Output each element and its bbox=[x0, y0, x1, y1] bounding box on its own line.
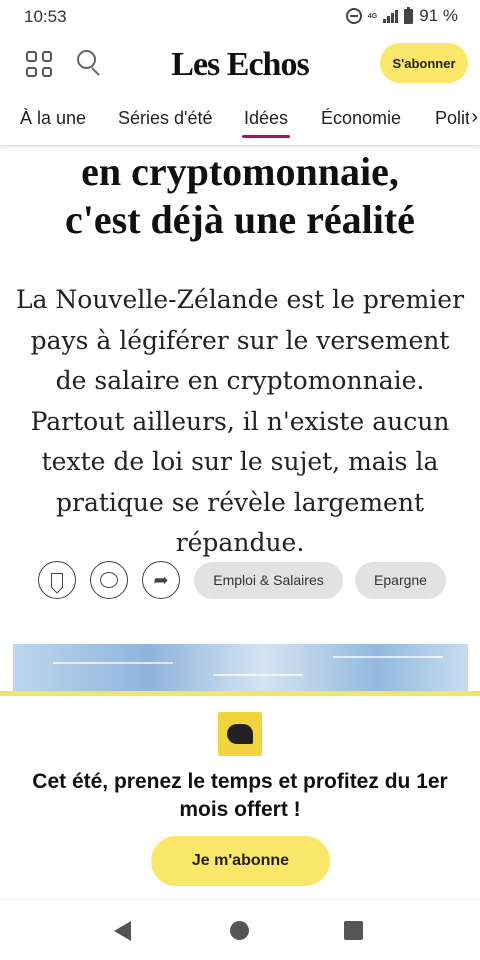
signal-icon bbox=[383, 9, 399, 23]
menu-grid-icon[interactable] bbox=[26, 51, 52, 77]
promo-subscribe-button[interactable]: Je m'abonne bbox=[151, 836, 330, 886]
promo-text: Cet été, prenez le temps et profitez du … bbox=[32, 770, 448, 821]
tag-emploi-salaires[interactable]: Emploi & Salaires bbox=[194, 561, 343, 599]
subscribe-button[interactable]: S'abonner bbox=[380, 43, 468, 83]
dnd-icon bbox=[345, 8, 362, 24]
battery-level: 91 % bbox=[419, 6, 458, 25]
home-icon[interactable] bbox=[230, 921, 249, 940]
section-tabs: À la une Séries d'été Idées Économie Pol… bbox=[0, 96, 480, 146]
search-icon[interactable] bbox=[77, 50, 103, 76]
article-title-line: en cryptomonnaie, bbox=[81, 149, 399, 194]
share-button[interactable]: ➦ bbox=[142, 561, 180, 599]
bookmark-icon bbox=[51, 572, 63, 588]
battery-icon bbox=[404, 6, 414, 24]
status-time: 10:53 bbox=[24, 7, 67, 26]
article-lead: La Nouvelle-Zélande est le premier pays … bbox=[15, 285, 465, 557]
comment-icon bbox=[100, 572, 118, 588]
tab-politique[interactable]: Polit bbox=[435, 108, 470, 129]
eagle-logo-icon bbox=[218, 712, 262, 756]
tag-epargne[interactable]: Epargne bbox=[355, 561, 446, 599]
chevron-right-icon[interactable]: › bbox=[469, 106, 478, 129]
comment-button[interactable] bbox=[90, 561, 128, 599]
app-header: Les Echos S'abonner bbox=[0, 34, 480, 96]
bookmark-button[interactable] bbox=[38, 561, 76, 599]
tab-idees[interactable]: Idées bbox=[241, 108, 291, 138]
article-actions: ➦ Emploi & Salaires Epargne bbox=[38, 561, 446, 599]
share-icon: ➦ bbox=[153, 570, 169, 590]
tab-series-d-ete[interactable]: Séries d'été bbox=[118, 108, 213, 129]
article-image bbox=[13, 644, 468, 694]
site-logo[interactable]: Les Echos bbox=[160, 46, 320, 84]
status-indicators: 4G 91 % bbox=[345, 6, 458, 26]
back-icon[interactable] bbox=[114, 921, 131, 941]
recent-apps-icon[interactable] bbox=[344, 921, 363, 940]
system-nav-bar bbox=[0, 899, 480, 960]
network-type: 4G bbox=[367, 12, 378, 20]
subscription-promo: Cet été, prenez le temps et profitez du … bbox=[0, 691, 480, 899]
tab-economie[interactable]: Économie bbox=[321, 108, 401, 129]
status-bar: 10:53 4G 91 % bbox=[0, 0, 480, 34]
tab-a-la-une[interactable]: À la une bbox=[20, 108, 86, 129]
article-title-line: c'est déjà une réalité bbox=[65, 197, 415, 242]
article-title: en cryptomonnaie, c'est déjà une réalité bbox=[0, 148, 480, 244]
